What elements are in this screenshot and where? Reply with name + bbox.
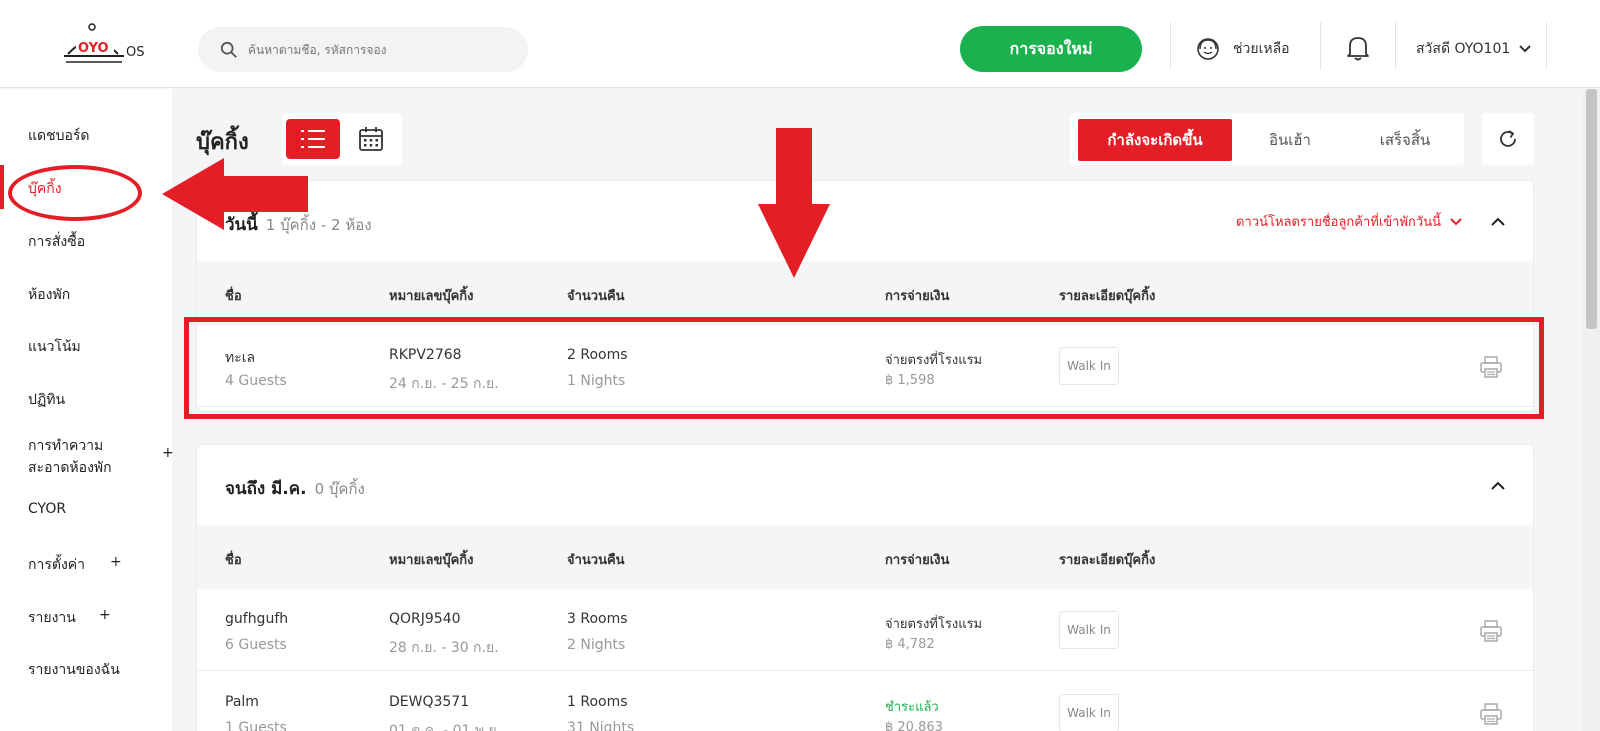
sidebar-item-housekeeping-line2[interactable]: สะอาดห้องพัก (28, 457, 112, 479)
collapse-chevron-icon[interactable] (1489, 213, 1507, 231)
table-row[interactable]: Palm 1 Guests DEWQ3571 01 ต.ค. - 01 พ.ย.… (197, 672, 1533, 731)
column-header-nights: จำนวนคืน (567, 289, 625, 304)
chevron-down-icon (1450, 217, 1462, 225)
annotation-arrow-down (758, 128, 830, 278)
guest-count: 6 Guests (225, 637, 287, 653)
greeting-label: สวัสดี OYO101 (1416, 41, 1511, 57)
sidebar-item-orders[interactable]: การสั่งซื้อ (28, 231, 85, 253)
collapse-chevron-icon[interactable] (1489, 477, 1507, 495)
table-header: ชื่อ หมายเลขบุ๊คกิ้ง จำนวนคืน การจ่ายเงิ… (197, 525, 1533, 589)
download-guest-list-link[interactable]: ดาวน์โหลดรายชื่อลูกค้าที่เข้าพักวันนี้ (1236, 211, 1463, 232)
header-divider (1320, 22, 1321, 70)
calendar-view-button[interactable] (344, 119, 398, 159)
card-header: วันนี้ 1 บุ๊คกิ้ง - 2 ห้อง ดาวน์โหลดรายชื… (197, 181, 1533, 261)
top-header: OYO OS การจองใหม่ ช่วยเหลือ สวัสดี OYO10… (0, 0, 1600, 88)
sidebar-item-cyor[interactable]: CYOR (28, 501, 66, 517)
annotation-arrow-left (162, 158, 308, 230)
sidebar-item-reports[interactable]: รายงาน (28, 607, 76, 629)
column-header-booking-details: รายละเอียดบุ๊คกิ้ง (1059, 553, 1156, 568)
new-booking-button[interactable]: การจองใหม่ (960, 26, 1142, 72)
sidebar-item-housekeeping[interactable]: การทำความ (28, 435, 103, 457)
header-divider (1395, 22, 1396, 70)
svg-text:OS: OS (126, 45, 144, 60)
expand-plus-icon[interactable]: + (110, 554, 122, 570)
vertical-scrollbar[interactable] (1583, 89, 1600, 731)
list-icon (301, 130, 325, 148)
night-count: 31 Nights (567, 720, 635, 731)
table-header: ชื่อ หมายเลขบุ๊คกิ้ง จำนวนคืน การจ่ายเงิ… (197, 261, 1533, 325)
sidebar-item-calendar[interactable]: ปฏิทิน (28, 389, 65, 411)
active-indicator (0, 165, 4, 209)
section-title-text: จนถึง มี.ค. (225, 479, 307, 499)
section-title: จนถึง มี.ค. 0 บุ๊คกิ้ง (225, 475, 365, 502)
tab-completed[interactable]: เสร็จสิ้น (1350, 119, 1460, 161)
upcoming-bookings-card: จนถึง มี.ค. 0 บุ๊คกิ้ง ชื่อ หมายเลขบุ๊คกิ… (196, 444, 1534, 731)
help-label: ช่วยเหลือ (1233, 41, 1290, 57)
list-view-button[interactable] (286, 119, 340, 159)
column-header-name: ชื่อ (225, 289, 242, 304)
sidebar-item-trends[interactable]: แนวโน้ม (28, 336, 81, 358)
sidebar-item-my-reports[interactable]: รายงานของฉัน (28, 659, 120, 681)
table-row[interactable]: gufhgufh 6 Guests QORJ9540 28 ก.ย. - 30 … (197, 589, 1533, 671)
refresh-button[interactable] (1482, 113, 1534, 165)
search-icon (220, 41, 237, 58)
sidebar-item-dashboard[interactable]: แดชบอร์ด (28, 125, 90, 147)
tab-in-house[interactable]: อินเฮ้า (1240, 119, 1340, 161)
guest-name: gufhgufh (225, 611, 289, 627)
guest-name: Palm (225, 694, 259, 710)
oyo-os-logo[interactable]: OYO OS (62, 22, 152, 70)
card-header: จนถึง มี.ค. 0 บุ๊คกิ้ง (197, 445, 1533, 525)
tab-upcoming[interactable]: กำลังจะเกิดขึ้น (1078, 119, 1232, 161)
booking-status-tabs: กำลังจะเกิดขึ้น อินเฮ้า เสร็จสิ้น (1070, 113, 1464, 165)
svg-text:OYO: OYO (78, 41, 109, 56)
room-count: 1 Rooms (567, 694, 628, 710)
payment-method: จ่ายตรงที่โรงแรม (885, 617, 983, 632)
stay-dates: 28 ก.ย. - 30 ก.ย. (389, 640, 499, 656)
support-agent-icon (1197, 38, 1219, 60)
search-input[interactable] (248, 42, 508, 57)
booking-source-badge: Walk In (1059, 611, 1119, 649)
notification-bell-icon[interactable] (1345, 34, 1371, 62)
stay-dates: 01 ต.ค. - 01 พ.ย. (389, 723, 502, 731)
payment-status: ชำระแล้ว (885, 700, 939, 715)
section-summary: 0 บุ๊คกิ้ง (314, 480, 365, 498)
night-count: 2 Nights (567, 637, 626, 653)
column-header-booking-id: หมายเลขบุ๊คกิ้ง (389, 553, 474, 568)
annotation-highlight-box (184, 317, 1544, 419)
download-label: ดาวน์โหลดรายชื่อลูกค้าที่เข้าพักวันนี้ (1236, 215, 1441, 230)
scrollbar-thumb[interactable] (1586, 89, 1597, 329)
sidebar-item-settings[interactable]: การตั้งค่า (28, 554, 85, 576)
column-header-booking-details: รายละเอียดบุ๊คกิ้ง (1059, 289, 1156, 304)
printer-icon[interactable] (1479, 619, 1503, 643)
column-header-payment: การจ่ายเงิน (885, 289, 950, 304)
header-divider (1170, 22, 1171, 70)
annotation-circle (8, 165, 142, 221)
column-header-booking-id: หมายเลขบุ๊คกิ้ง (389, 289, 474, 304)
payment-amount: ฿ 4,782 (885, 637, 935, 652)
column-header-payment: การจ่ายเงิน (885, 553, 950, 568)
booking-source-badge: Walk In (1059, 694, 1119, 731)
header-divider (1546, 22, 1547, 70)
booking-id[interactable]: DEWQ3571 (389, 694, 469, 710)
chevron-down-icon (1519, 45, 1531, 53)
expand-plus-icon[interactable]: + (99, 607, 111, 623)
help-button[interactable]: ช่วยเหลือ (1195, 34, 1290, 64)
refresh-icon (1500, 130, 1516, 147)
payment-amount: ฿ 20,863 (885, 720, 943, 731)
sidebar-item-rooms[interactable]: ห้องพัก (28, 284, 70, 306)
guest-count: 1 Guests (225, 720, 287, 731)
room-count: 3 Rooms (567, 611, 628, 627)
column-header-name: ชื่อ (225, 553, 242, 568)
expand-plus-icon[interactable]: + (162, 445, 174, 461)
printer-icon[interactable] (1479, 702, 1503, 726)
user-menu[interactable]: สวัสดี OYO101 (1416, 38, 1532, 60)
search-bar[interactable] (198, 27, 528, 72)
calendar-icon (359, 127, 383, 151)
column-header-nights: จำนวนคืน (567, 553, 625, 568)
booking-id[interactable]: QORJ9540 (389, 611, 461, 627)
